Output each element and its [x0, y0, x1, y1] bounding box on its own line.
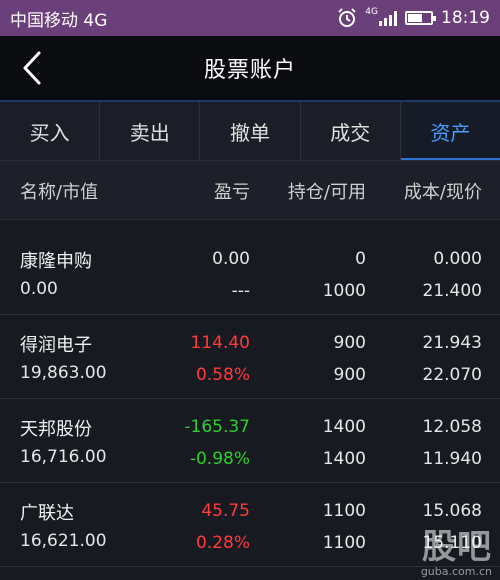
stock-name: 康隆申购: [20, 251, 92, 272]
title-bar: 股票账户: [0, 36, 500, 102]
cost-price: 12.058: [422, 417, 482, 437]
battery-icon: [405, 11, 436, 25]
carrier-label: 中国移动 4G: [10, 10, 108, 31]
cost-price: 21.943: [422, 333, 482, 353]
col-cost-price: 成本/现价: [403, 182, 482, 203]
holding-row[interactable]: 康隆申购 0.00 0.00 --- 0 1000 0.000 21.400: [0, 230, 500, 315]
back-button[interactable]: [14, 50, 50, 86]
network-type-label: 4G: [365, 7, 378, 17]
column-header: 名称/市值 盈亏 持仓/可用 成本/现价: [0, 161, 500, 220]
col-name-market-value: 名称/市值: [20, 182, 99, 203]
profit-loss-percent: 0.28%: [195, 533, 250, 553]
current-price: 22.070: [422, 365, 482, 385]
tab-bar: 买入 卖出 撤单 成交 资产: [0, 102, 500, 161]
tab-executed[interactable]: 成交: [301, 102, 401, 160]
profit-loss: 45.75: [201, 501, 250, 521]
col-profit-loss: 盈亏: [214, 182, 250, 203]
profit-loss-percent: -0.98%: [189, 449, 250, 469]
guba-watermark: 股吧 guba.com.cn: [421, 528, 492, 578]
stock-name: 天邦股份: [20, 419, 92, 440]
tab-sell[interactable]: 卖出: [100, 102, 201, 160]
status-icons: 4G 18:19: [337, 7, 490, 28]
holding-qty: 900: [333, 333, 366, 353]
tab-assets[interactable]: 资产: [400, 102, 500, 160]
clock-time: 18:19: [441, 8, 490, 28]
current-price: 11.940: [422, 449, 482, 469]
profit-loss: -165.37: [184, 417, 250, 437]
status-bar: 中国移动 4G 4G 18:19: [0, 0, 500, 36]
holding-row[interactable]: 天邦股份 16,716.00 -165.37 -0.98% 1400 1400 …: [0, 398, 500, 483]
alarm-icon: [337, 8, 357, 28]
holding-qty: 1400: [322, 417, 366, 437]
holding-qty: 0: [355, 249, 366, 269]
market-value: 16,716.00: [20, 447, 107, 467]
profit-loss-percent: ---: [231, 281, 250, 301]
profit-loss: 0.00: [212, 249, 250, 269]
signal-icon: 4G: [365, 7, 397, 26]
cost-price: 15.068: [422, 501, 482, 521]
available-qty: 1400: [322, 449, 366, 469]
page-title: 股票账户: [203, 58, 296, 83]
market-value: 19,863.00: [20, 363, 107, 383]
col-holding-available: 持仓/可用: [287, 182, 366, 203]
market-value: 16,621.00: [20, 531, 107, 551]
market-value: 0.00: [20, 279, 58, 299]
available-qty: 900: [333, 365, 366, 385]
tab-buy[interactable]: 买入: [0, 102, 101, 160]
profit-loss-percent: 0.58%: [195, 365, 250, 385]
stock-name: 广联达: [20, 503, 74, 524]
tab-cancel-order[interactable]: 撤单: [200, 102, 301, 160]
chevron-left-icon: [23, 51, 41, 85]
holding-row[interactable]: 得润电子 19,863.00 114.40 0.58% 900 900 21.9…: [0, 314, 500, 399]
watermark-logo: 股吧: [422, 527, 492, 567]
stock-name: 得润电子: [20, 335, 92, 356]
cost-price: 0.000: [433, 249, 482, 269]
available-qty: 1000: [322, 281, 366, 301]
holding-qty: 1100: [322, 501, 366, 521]
profit-loss: 114.40: [190, 333, 250, 353]
current-price: 21.400: [422, 281, 482, 301]
available-qty: 1100: [322, 533, 366, 553]
watermark-url: guba.com.cn: [420, 565, 492, 578]
